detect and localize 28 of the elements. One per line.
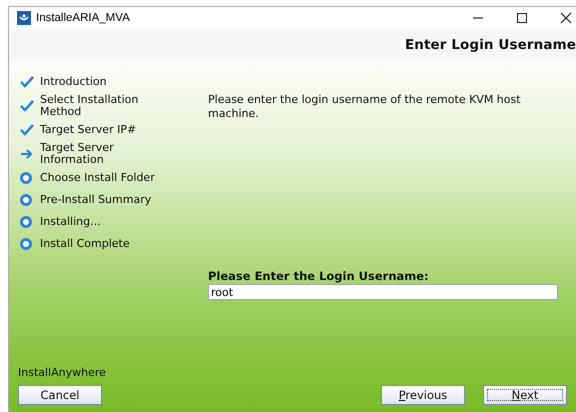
bullet-icon: [20, 238, 32, 250]
close-icon[interactable]: [560, 12, 572, 24]
arrow-icon: [20, 148, 34, 160]
step-label: Target Server Information: [40, 142, 115, 166]
previous-button[interactable]: Previous: [381, 385, 465, 405]
cancel-button[interactable]: Cancel: [18, 385, 102, 405]
step-label: Select Installation Method: [40, 94, 140, 118]
step-label: Installing...: [40, 216, 102, 228]
username-field[interactable]: root: [208, 284, 558, 300]
window-title: InstalleARIA_MVA: [36, 12, 131, 24]
step-label: Target Server IP#: [40, 124, 138, 136]
bullet-icon: [20, 172, 32, 184]
bullet-icon: [20, 194, 32, 206]
brand-text: InstallAnywhere: [18, 366, 106, 379]
check-icon: [20, 100, 34, 112]
page-heading: Enter Login Username: [404, 37, 576, 53]
next-button[interactable]: Next: [483, 385, 567, 405]
field-label: Please Enter the Login Username:: [208, 269, 430, 283]
step-label: Pre-Install Summary: [40, 194, 152, 206]
maximize-icon[interactable]: [516, 12, 528, 24]
check-icon: [20, 76, 34, 88]
check-icon: [20, 124, 34, 136]
instruction-text: Please enter the login username of the remote KVM host machine.: [208, 93, 522, 121]
step-label: Introduction: [40, 76, 108, 88]
step-label: Choose Install Folder: [40, 172, 156, 184]
app-icon: [17, 11, 31, 25]
bullet-icon: [20, 216, 32, 228]
step-label: Install Complete: [40, 238, 131, 250]
